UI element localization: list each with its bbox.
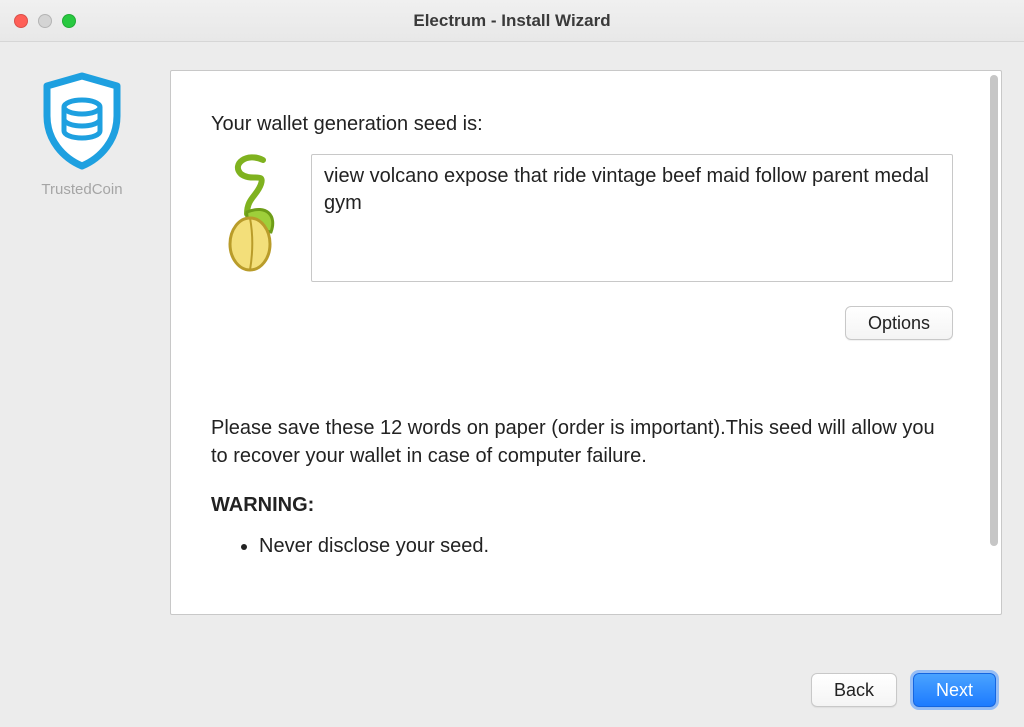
main-panel: Your wallet generation seed is: [170,70,1002,615]
sidebar: TrustedCoin [22,70,142,615]
scrollbar-thumb[interactable] [990,75,998,546]
window-controls [14,14,76,28]
trustedcoin-label: TrustedCoin [41,181,122,198]
warning-heading: WARNING: [211,494,953,517]
seed-info-text: Please save these 12 words on paper (ord… [211,414,953,470]
warning-list-item: Never disclose your seed. [259,535,953,558]
seed-phrase-text: view volcano expose that ride vintage be… [324,165,929,214]
titlebar: Electrum - Install Wizard [0,0,1024,42]
seed-phrase-box[interactable]: view volcano expose that ride vintage be… [311,154,953,282]
next-button[interactable]: Next [913,673,996,707]
minimize-window-button[interactable] [38,14,52,28]
warning-list: Never disclose your seed. [211,535,953,558]
trustedcoin-shield-icon [39,72,125,177]
window-title: Electrum - Install Wizard [0,11,1024,31]
options-row: Options [211,306,953,340]
close-window-button[interactable] [14,14,28,28]
seed-sprout-icon [211,154,287,277]
content-area: TrustedCoin Your wallet generation seed … [0,42,1024,633]
wizard-footer: Back Next [811,673,996,707]
options-button[interactable]: Options [845,306,953,340]
zoom-window-button[interactable] [62,14,76,28]
main-content: Your wallet generation seed is: [171,71,1001,614]
seed-heading: Your wallet generation seed is: [211,113,953,136]
scrollbar-track[interactable] [989,75,999,610]
back-button[interactable]: Back [811,673,897,707]
seed-row: view volcano expose that ride vintage be… [211,154,953,282]
